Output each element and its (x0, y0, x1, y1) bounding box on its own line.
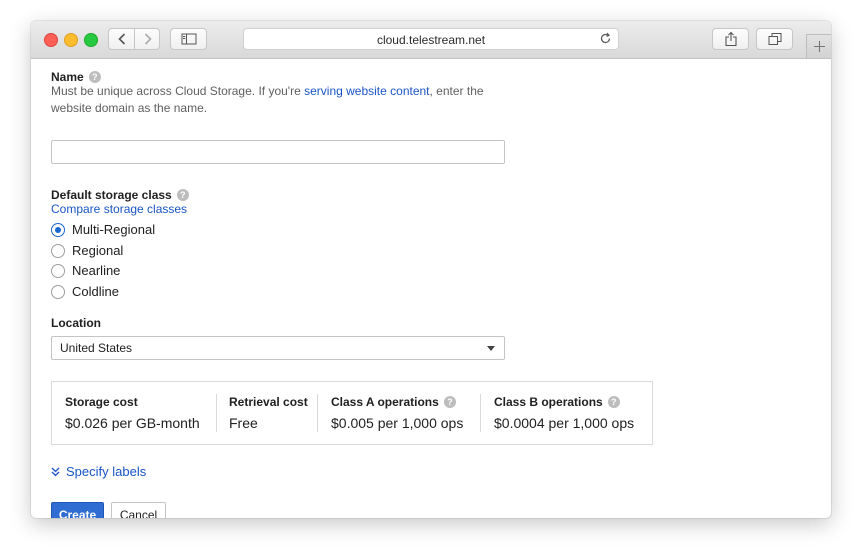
forward-button[interactable] (135, 29, 160, 49)
show-tabs-button[interactable] (756, 28, 793, 50)
radio-button[interactable] (51, 244, 65, 258)
location-value: United States (60, 341, 133, 355)
reload-icon[interactable] (599, 32, 612, 45)
serving-website-content-link[interactable]: serving website content (304, 84, 429, 98)
tabs-icon (768, 33, 781, 45)
cost-label: Class A operations (331, 395, 439, 409)
browser-toolbar: cloud.telestream.net (31, 21, 831, 59)
cost-label: Storage cost (65, 395, 138, 409)
help-icon[interactable]: ? (88, 71, 101, 83)
help-icon[interactable]: ? (443, 396, 456, 408)
share-icon (724, 31, 737, 47)
forward-icon (144, 33, 152, 45)
radio-label: Nearline (72, 263, 121, 278)
close-window-button[interactable] (44, 33, 58, 47)
radio-button[interactable] (51, 264, 65, 278)
storage-class-label-row: Default storage class? (51, 188, 189, 202)
name-label-row: Name? (51, 70, 101, 84)
double-chevron-down-icon (51, 467, 60, 477)
cost-divider (480, 394, 481, 432)
bucket-name-input[interactable] (51, 140, 505, 164)
cost-divider (317, 394, 318, 432)
minimize-window-button[interactable] (64, 33, 78, 47)
address-bar[interactable]: cloud.telestream.net (243, 28, 619, 50)
name-label: Name (51, 70, 84, 84)
address-url: cloud.telestream.net (376, 33, 486, 47)
dropdown-arrow-icon (487, 346, 495, 351)
radio-label: Coldline (72, 284, 119, 299)
radio-button-selected[interactable] (51, 223, 65, 237)
radio-label: Regional (72, 243, 124, 258)
new-tab-button[interactable] (806, 34, 831, 58)
help-icon[interactable]: ? (607, 396, 620, 408)
cost-summary: Storage cost $0.026 per GB-month Retriev… (51, 381, 653, 445)
compare-storage-classes-link[interactable]: Compare storage classes (51, 202, 187, 216)
back-button[interactable] (109, 29, 134, 49)
cost-label-row: Class B operations? (494, 395, 620, 409)
location-select[interactable]: United States (51, 336, 505, 360)
browser-window: cloud.telestream.net Name? Must be uniqu… (31, 21, 831, 518)
location-label: Location (51, 316, 101, 330)
cancel-button[interactable]: Cancel (111, 502, 166, 518)
cost-label-row: Class A operations? (331, 395, 456, 409)
back-icon (117, 33, 125, 45)
cost-value: $0.005 per 1,000 ops (331, 415, 464, 431)
navigation-buttons (108, 28, 160, 50)
cost-label: Class B operations (494, 395, 603, 409)
specify-labels-text: Specify labels (66, 464, 147, 479)
share-button[interactable] (712, 28, 749, 50)
cost-value: Free (229, 415, 258, 431)
cost-divider (216, 394, 217, 432)
storage-class-label: Default storage class (51, 188, 172, 202)
sidebar-icon (181, 33, 196, 45)
name-description: Must be unique across Cloud Storage. If … (51, 83, 511, 117)
cost-label: Retrieval cost (229, 395, 308, 409)
cost-value: $0.0004 per 1,000 ops (494, 415, 635, 431)
radio-label: Multi-Regional (72, 222, 156, 237)
radio-button[interactable] (51, 285, 65, 299)
cost-value: $0.026 per GB-month (65, 415, 200, 431)
new-tab-icon (814, 41, 825, 52)
help-icon[interactable]: ? (176, 189, 189, 201)
zoom-window-button[interactable] (84, 33, 98, 47)
sidebar-button[interactable] (170, 28, 207, 50)
specify-labels-toggle[interactable]: Specify labels (51, 464, 146, 479)
name-description-text: Must be unique across Cloud Storage. If … (51, 84, 305, 98)
create-button[interactable]: Create (51, 502, 104, 518)
create-bucket-form: Name? Must be unique across Cloud Storag… (31, 59, 831, 518)
